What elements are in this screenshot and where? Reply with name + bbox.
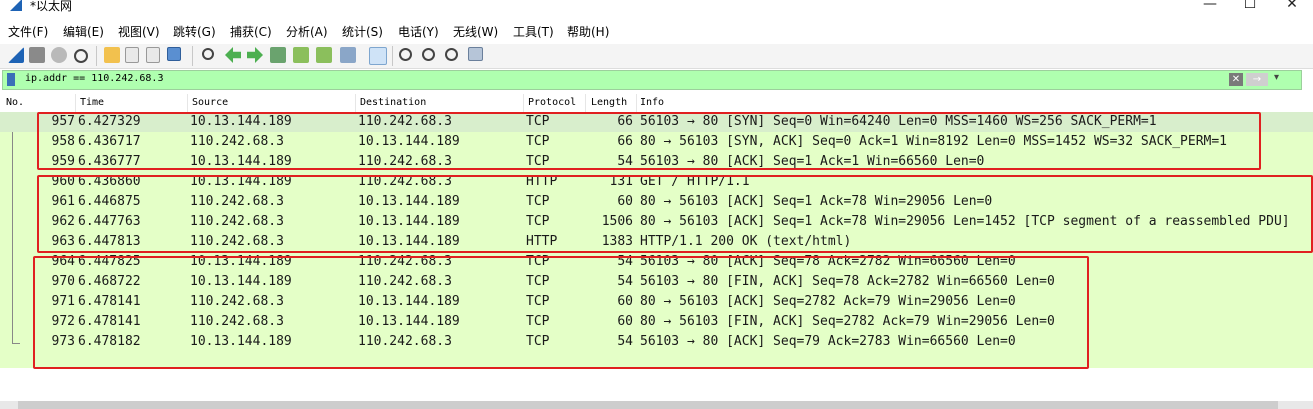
menu-wireless[interactable]: 无线(W) [453,23,498,40]
title-bar: *以太网 — ☐ ✕ [0,0,1313,16]
stop-capture-icon[interactable] [29,47,45,63]
wireshark-fin-icon [10,0,22,11]
toolbar-separator [392,46,393,66]
go-to-packet-icon[interactable] [270,47,286,63]
maximize-button[interactable]: ☐ [1230,0,1270,12]
colorize-icon[interactable] [369,47,387,65]
resize-columns-icon[interactable] [468,47,483,61]
last-packet-icon[interactable] [316,47,332,63]
open-file-icon[interactable] [104,47,120,63]
column-divider[interactable] [187,94,188,112]
window-title: *以太网 [30,0,73,13]
go-forward-icon[interactable] [247,47,263,63]
reload-file-icon[interactable] [167,47,181,61]
display-filter-bar[interactable]: ip.addr == 110.242.68.3 ✕ → ▾ [2,70,1302,90]
apply-filter-icon[interactable]: → [1246,73,1268,86]
save-file-icon[interactable] [125,47,139,63]
start-capture-icon[interactable] [8,47,24,63]
minimize-button[interactable]: — [1190,0,1230,12]
menu-analyze[interactable]: 分析(A) [286,23,328,40]
first-packet-icon[interactable] [293,47,309,63]
find-packet-icon[interactable] [202,48,214,60]
capture-options-icon[interactable] [74,49,88,63]
column-no[interactable]: No. [6,97,24,108]
scrollbar-thumb[interactable] [18,401,1278,409]
menu-capture[interactable]: 捕获(C) [230,23,272,40]
menu-view[interactable]: 视图(V) [118,23,160,40]
main-toolbar [0,44,1313,69]
annotation-teardown-box [33,256,1089,369]
go-back-icon[interactable] [225,47,241,63]
zoom-in-icon[interactable] [399,48,412,61]
column-length[interactable]: Length [591,97,627,108]
restart-capture-icon[interactable] [51,47,67,63]
bookmark-icon[interactable] [7,73,15,86]
toolbar-separator [192,46,193,66]
zoom-out-icon[interactable] [422,48,435,61]
display-filter-input[interactable]: ip.addr == 110.242.68.3 [25,73,163,84]
clear-filter-icon[interactable]: ✕ [1229,73,1243,86]
menu-go[interactable]: 跳转(G) [173,23,216,40]
chevron-down-icon[interactable]: ▾ [1274,72,1279,83]
menu-file[interactable]: 文件(F) [8,23,48,40]
packet-list-header: No. Time Source Destination Protocol Len… [0,94,1313,113]
column-time[interactable]: Time [80,97,104,108]
column-source[interactable]: Source [192,97,228,108]
close-file-icon[interactable] [146,47,160,63]
column-divider[interactable] [355,94,356,112]
annotation-http-box [37,175,1313,253]
autoscroll-icon[interactable] [340,47,356,63]
annotation-handshake-box [37,112,1261,170]
column-divider[interactable] [636,94,637,112]
column-divider[interactable] [585,94,586,112]
column-protocol[interactable]: Protocol [528,97,576,108]
menu-statistics[interactable]: 统计(S) [342,23,383,40]
menu-edit[interactable]: 编辑(E) [63,23,104,40]
column-divider[interactable] [523,94,524,112]
normal-size-icon[interactable] [445,48,458,61]
column-info[interactable]: Info [640,97,664,108]
menu-tools[interactable]: 工具(T) [513,23,554,40]
close-button[interactable]: ✕ [1272,0,1312,12]
menu-help[interactable]: 帮助(H) [567,23,609,40]
toolbar-separator [96,46,97,66]
column-destination[interactable]: Destination [360,97,426,108]
menu-telephony[interactable]: 电话(Y) [398,23,439,40]
column-divider[interactable] [75,94,76,112]
menu-bar: 文件(F) 编辑(E) 视图(V) 跳转(G) 捕获(C) 分析(A) 统计(S… [0,20,1313,42]
